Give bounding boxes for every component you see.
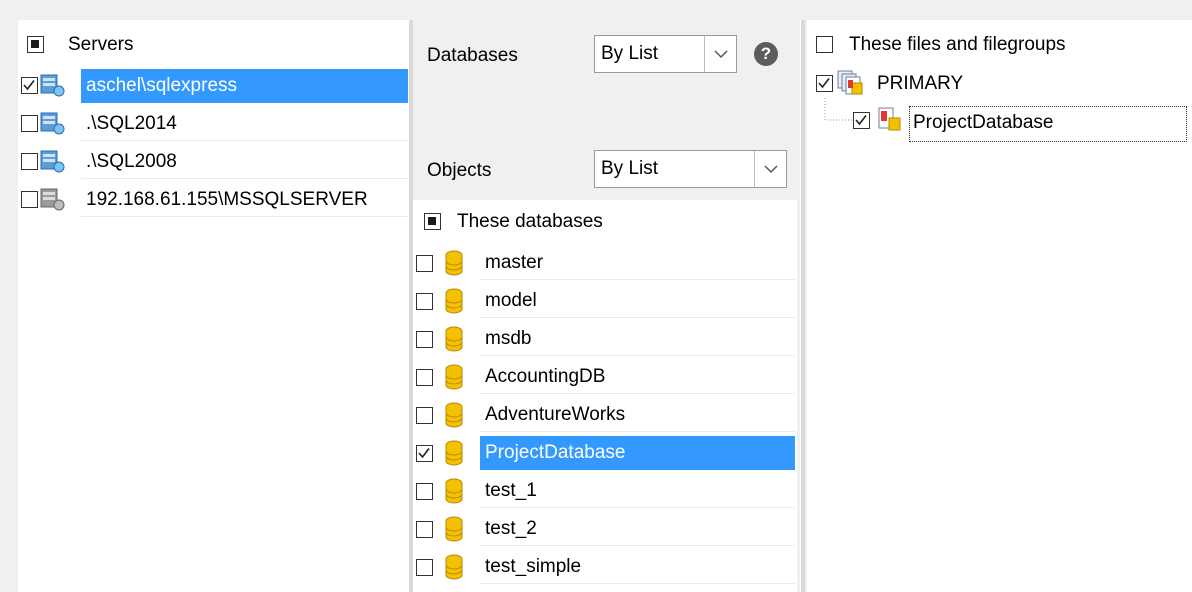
database-label: ProjectDatabase xyxy=(480,436,795,470)
database-label: AccountingDB xyxy=(480,360,795,394)
chevron-down-icon[interactable] xyxy=(754,151,786,187)
chevron-down-icon[interactable] xyxy=(704,36,736,72)
database-label: msdb xyxy=(480,322,795,356)
data-file-icon xyxy=(878,107,901,131)
database-row[interactable]: ProjectDatabase xyxy=(413,435,797,471)
server-checkbox[interactable] xyxy=(21,191,38,208)
files-select-all-checkbox[interactable] xyxy=(816,36,833,53)
database-row[interactable]: AccountingDB xyxy=(413,359,797,395)
databases-mode-label: Databases xyxy=(427,45,518,66)
server-row[interactable]: aschel\sqlexpress xyxy=(18,68,408,104)
database-row[interactable]: master xyxy=(413,245,797,281)
database-label: model xyxy=(480,284,795,318)
database-checkbox[interactable] xyxy=(416,331,433,348)
database-icon xyxy=(445,326,463,352)
database-label: test_simple xyxy=(480,550,795,584)
database-label: test_1 xyxy=(480,474,795,508)
tree-connector xyxy=(824,98,852,121)
database-row[interactable]: test_2 xyxy=(413,511,797,547)
database-checkbox[interactable] xyxy=(416,521,433,538)
databases-mode-value: By List xyxy=(601,43,659,64)
server-row[interactable]: .\SQL2014 xyxy=(18,106,408,142)
database-checkbox[interactable] xyxy=(416,559,433,576)
help-icon[interactable]: ? xyxy=(754,42,778,66)
servers-select-all-checkbox[interactable] xyxy=(27,36,44,53)
database-row[interactable]: AdventureWorks xyxy=(413,397,797,433)
server-label: 192.168.61.155\MSSQLSERVER xyxy=(81,183,408,217)
database-label: test_2 xyxy=(480,512,795,546)
database-icon xyxy=(445,478,463,504)
objects-mode-label: Objects xyxy=(427,160,492,181)
file-label[interactable]: ProjectDatabase xyxy=(913,112,1053,134)
files-header: These files and filegroups xyxy=(849,34,1066,55)
database-row[interactable]: test_1 xyxy=(413,473,797,509)
right-splitter[interactable] xyxy=(800,20,805,592)
databases-header: These databases xyxy=(457,211,603,232)
server-connected-icon xyxy=(40,112,65,135)
server-connected-icon xyxy=(40,150,65,173)
database-checkbox[interactable] xyxy=(416,255,433,272)
database-icon xyxy=(445,516,463,542)
database-icon xyxy=(445,554,463,580)
server-label: aschel\sqlexpress xyxy=(81,69,408,103)
filegroup-checkbox[interactable] xyxy=(816,75,833,92)
database-icon xyxy=(445,250,463,276)
database-icon xyxy=(445,402,463,428)
databases-mode-select[interactable]: By List xyxy=(594,35,737,73)
filegroup-icon xyxy=(837,70,863,95)
server-disconnected-icon xyxy=(40,188,65,211)
server-label: .\SQL2014 xyxy=(81,107,408,141)
database-checkbox[interactable] xyxy=(416,445,433,462)
file-checkbox[interactable] xyxy=(853,112,870,129)
database-label: master xyxy=(480,246,795,280)
objects-mode-select[interactable]: By List xyxy=(594,150,787,188)
filegroup-label: PRIMARY xyxy=(877,73,964,94)
servers-panel: Servers aschel\sqlexpress .\SQL2014 .\SQ… xyxy=(18,20,408,592)
database-row[interactable]: test_simple xyxy=(413,549,797,585)
server-connected-icon xyxy=(40,74,65,97)
database-checkbox[interactable] xyxy=(416,407,433,424)
servers-header: Servers xyxy=(68,34,134,55)
server-checkbox[interactable] xyxy=(21,77,38,94)
database-checkbox[interactable] xyxy=(416,293,433,310)
database-row[interactable]: msdb xyxy=(413,321,797,357)
database-icon xyxy=(445,364,463,390)
files-panel: These files and filegroups PRIMARY Proje… xyxy=(807,20,1192,592)
database-checkbox[interactable] xyxy=(416,369,433,386)
database-row[interactable]: model xyxy=(413,283,797,319)
databases-select-all-checkbox[interactable] xyxy=(424,213,441,230)
database-icon xyxy=(445,440,463,466)
server-checkbox[interactable] xyxy=(21,153,38,170)
database-label: AdventureWorks xyxy=(480,398,795,432)
server-checkbox[interactable] xyxy=(21,115,38,132)
server-label: .\SQL2008 xyxy=(81,145,408,179)
server-row[interactable]: 192.168.61.155\MSSQLSERVER xyxy=(18,182,408,218)
database-icon xyxy=(445,288,463,314)
server-row[interactable]: .\SQL2008 xyxy=(18,144,408,180)
database-checkbox[interactable] xyxy=(416,483,433,500)
objects-mode-value: By List xyxy=(601,158,659,179)
